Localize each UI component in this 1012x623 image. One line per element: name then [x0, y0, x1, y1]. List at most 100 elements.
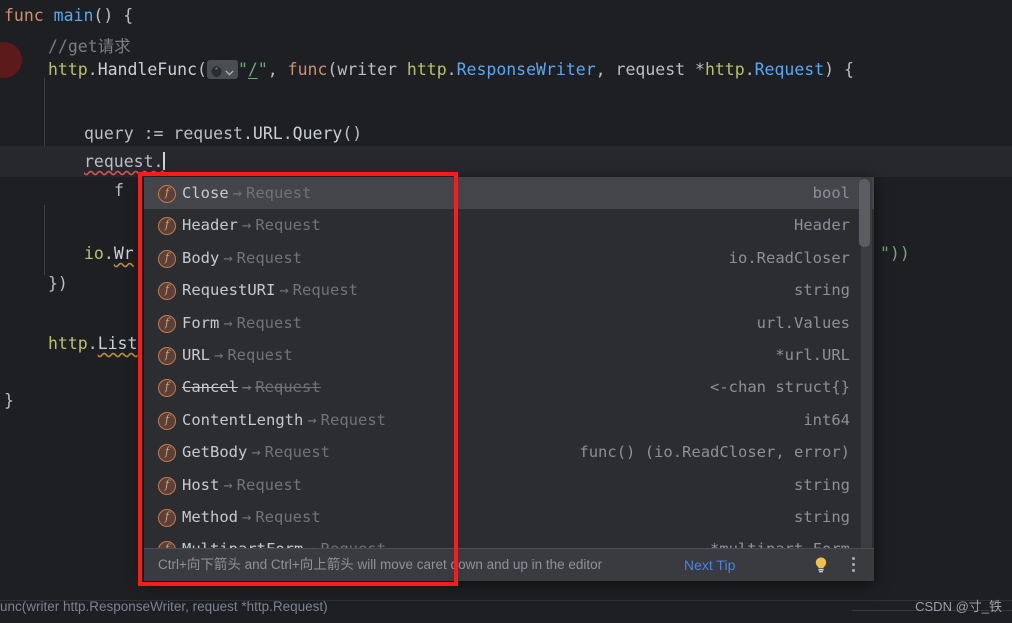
member-name: Form	[182, 313, 220, 332]
owner-type: Request	[255, 378, 321, 397]
owner-type: Request	[320, 410, 386, 429]
completion-item-list[interactable]: f Close → Request bool f Header → Request Header f…	[144, 177, 874, 549]
member-name: GetBody	[182, 443, 248, 462]
completion-item-type: int64	[803, 410, 850, 429]
completion-item[interactable]: f Header → Request Header	[144, 209, 874, 241]
member-name: Header	[182, 216, 238, 235]
completion-item-name: MultipartForm→Request	[182, 533, 386, 549]
arrow-glyph: →	[223, 313, 233, 332]
field-icon: f	[158, 476, 176, 495]
completion-item[interactable]: f Body → Request io.ReadCloser	[144, 242, 874, 274]
arrow-glyph: →	[232, 184, 243, 202]
member-name: Cancel	[182, 378, 238, 397]
code-line[interactable]: http.HandleFunc("/", func(writer http.Re…	[0, 54, 1012, 85]
completion-item-name: Cancel → Request	[182, 371, 321, 403]
editor-gutter[interactable]	[0, 0, 28, 623]
owner-type: Request	[227, 345, 293, 364]
completion-item-name: RequestURI → Request	[182, 274, 358, 306]
completion-item-name: Method → Request	[182, 501, 321, 533]
member-name: URL	[182, 345, 210, 364]
code-line-text: func main() {	[4, 6, 134, 25]
code-line[interactable]: query := request.URL.Query()	[0, 118, 1012, 149]
completion-item-name: ContentLength → Request	[182, 404, 386, 436]
field-icon: f	[158, 379, 176, 398]
lightbulb-icon[interactable]	[812, 556, 830, 574]
owner-type: Request	[264, 443, 330, 462]
owner-type: Request	[292, 281, 358, 300]
member-name: Close	[182, 184, 229, 202]
completion-item-name: Form → Request	[182, 307, 302, 339]
field-icon: f	[158, 185, 176, 203]
completion-item-type: string	[794, 281, 850, 300]
arrow-glyph: →	[242, 216, 252, 235]
completion-item[interactable]: f Close → Request bool	[144, 177, 874, 210]
owner-type: Request	[236, 248, 302, 267]
completion-item-type: *url.URL	[775, 345, 850, 364]
web-reference-icon[interactable]	[206, 60, 238, 79]
code-completion-popup[interactable]: f Close → Request bool f Header → Request Header f…	[144, 177, 874, 581]
arrow-glyph: →	[223, 475, 233, 494]
text-caret	[163, 152, 166, 170]
completion-item-type: Header	[794, 216, 850, 235]
completion-item-type: bool	[812, 184, 850, 202]
completion-item-name: Body → Request	[182, 242, 302, 274]
code-line-text: http.HandleFunc("/", func(writer http.Re…	[48, 60, 854, 79]
field-icon: f	[158, 249, 176, 268]
completion-item-type: func() (io.ReadCloser, error)	[579, 443, 850, 462]
code-line-text: request.	[84, 152, 166, 171]
completion-item[interactable]: f GetBody → Request func() (io.ReadCloser, e…	[144, 436, 874, 468]
completion-item-type: string	[794, 507, 850, 526]
field-icon: f	[158, 282, 176, 301]
more-options-icon[interactable]	[846, 557, 860, 573]
arrow-glyph: →	[251, 443, 261, 462]
code-line-text: }	[4, 391, 14, 410]
completion-item[interactable]: f RequestURI → Request string	[144, 274, 874, 306]
field-icon: f	[158, 508, 176, 527]
field-icon: f	[158, 314, 176, 333]
completion-item[interactable]: f URL → Request *url.URL	[144, 339, 874, 371]
field-icon: f	[158, 444, 176, 463]
owner-type: Request	[255, 216, 321, 235]
owner-type: Request	[255, 507, 321, 526]
arrow-glyph: →	[242, 378, 252, 397]
code-line-text: query := request.URL.Query()	[84, 124, 363, 143]
completion-item-name: URL → Request	[182, 339, 293, 371]
completion-item-type: <-chan struct{}	[710, 378, 850, 397]
code-line-text: http.List	[48, 334, 138, 353]
arrow-glyph: →	[223, 248, 233, 267]
code-line[interactable]: request.	[0, 146, 1012, 177]
member-name: Body	[182, 248, 220, 267]
owner-type: Request	[236, 475, 302, 494]
arrow-glyph: →	[279, 281, 289, 300]
owner-type: Request	[246, 184, 312, 202]
arrow-glyph: →	[214, 345, 224, 364]
completion-item[interactable]: f Method → Request string	[144, 501, 874, 533]
code-line[interactable]: func main() {	[0, 0, 1012, 31]
member-name: Host	[182, 475, 220, 494]
completion-item[interactable]: f ContentLength → Request int64	[144, 404, 874, 436]
completion-item-name: GetBody → Request	[182, 436, 330, 468]
next-tip-link[interactable]: Next Tip	[684, 549, 735, 581]
completion-item[interactable]: fMultipartForm→Request*multipart.Form	[144, 533, 874, 549]
member-name: Method	[182, 507, 238, 526]
completion-item-type: string	[794, 475, 850, 494]
tip-text: Ctrl+向下箭头 and Ctrl+向上箭头 will move caret …	[158, 557, 603, 572]
popup-scrollbar-thumb[interactable]	[859, 179, 870, 247]
member-name: ContentLength	[182, 410, 304, 429]
code-line-text: f	[114, 181, 124, 200]
completion-item[interactable]: f Cancel → Request <-chan struct{}	[144, 371, 874, 403]
popup-scrollbar-track[interactable]	[859, 177, 872, 549]
completion-item-type: url.Values	[756, 313, 850, 332]
completion-item[interactable]: f Host → Request string	[144, 469, 874, 501]
csdn-watermark: CSDN @寸_铁	[915, 599, 1002, 614]
arrow-glyph: →	[242, 507, 252, 526]
field-icon: f	[158, 217, 176, 236]
code-line-text: })	[48, 274, 68, 293]
completion-item-name: Header → Request	[182, 209, 321, 241]
completion-item-name: Host → Request	[182, 469, 302, 501]
editor-bottom-strip: unc(writer http.ResponseWriter, request …	[0, 599, 1012, 623]
bottom-code-fragment: unc(writer http.ResponseWriter, request …	[0, 599, 328, 614]
completion-item[interactable]: f Form → Request url.Values	[144, 307, 874, 339]
completion-item-type: io.ReadCloser	[728, 248, 850, 267]
completion-tip-bar: Ctrl+向下箭头 and Ctrl+向上箭头 will move caret …	[144, 548, 874, 581]
